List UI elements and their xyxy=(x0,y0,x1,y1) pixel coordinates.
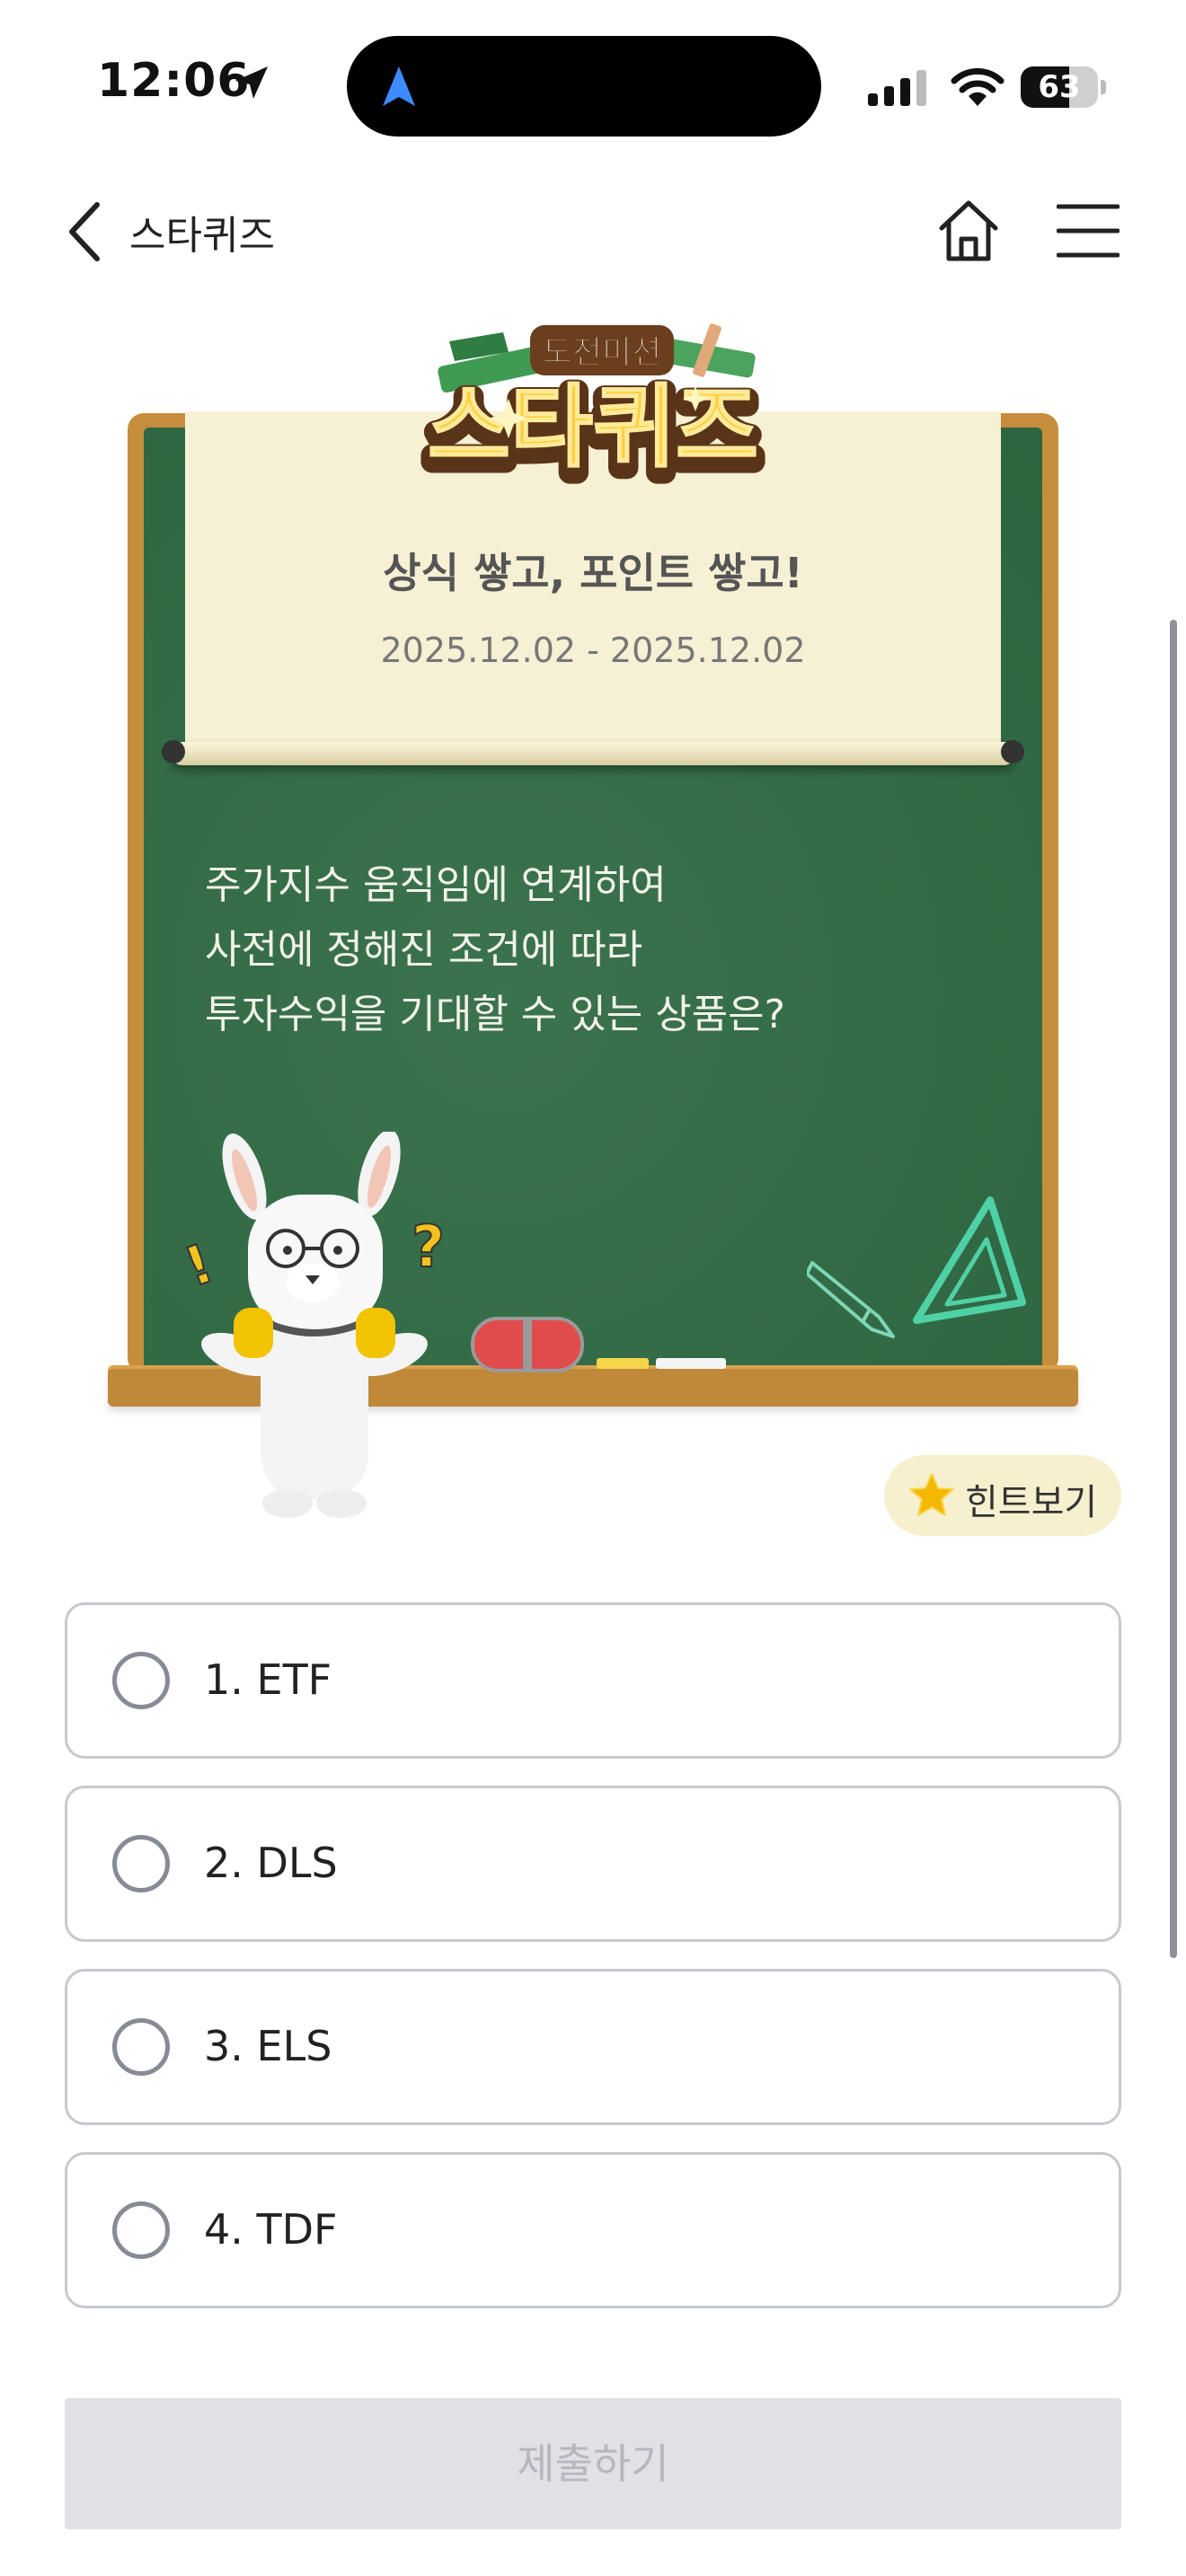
answer-option-4[interactable]: 4. TDF xyxy=(65,2152,1121,2308)
question-line: 투자수익을 기대할 수 있는 상품은? xyxy=(205,992,786,1037)
chalk-triangle-ruler-icon xyxy=(913,1196,1026,1324)
answer-option-3[interactable]: 3. ELS xyxy=(65,1969,1121,2125)
back-button[interactable] xyxy=(63,198,108,266)
hint-button[interactable]: 힌트보기 xyxy=(884,1455,1121,1536)
submit-button[interactable]: 제출하기 xyxy=(65,2398,1121,2529)
location-arrow-icon xyxy=(235,66,268,99)
radio-button[interactable] xyxy=(112,2018,170,2076)
option-label: 1. ETF xyxy=(204,1655,332,1704)
submit-label: 제출하기 xyxy=(517,2439,669,2488)
battery-icon: 63 xyxy=(1021,66,1107,108)
logo-small-text: 도전미션 xyxy=(543,334,661,371)
question-line: 사전에 정해진 조건에 따라 xyxy=(205,927,643,973)
cellular-signal-icon xyxy=(868,70,926,106)
option-label: 4. TDF xyxy=(204,2205,338,2254)
star-icon xyxy=(909,1473,954,1516)
option-label: 3. ELS xyxy=(204,2022,332,2070)
dynamic-island xyxy=(347,36,821,137)
svg-text:!: ! xyxy=(177,1232,222,1300)
navigation-arrow-icon xyxy=(383,66,415,106)
quiz-subtitle: 상식 쌓고, 포인트 쌓고! xyxy=(383,549,803,597)
battery-percent: 63 xyxy=(1038,69,1081,105)
scroll-roller xyxy=(171,742,1015,765)
alpaca-mascot-icon: ! ? xyxy=(176,1132,446,1518)
page-title: 스타퀴즈 xyxy=(129,213,275,259)
yellow-chalk xyxy=(597,1358,649,1369)
radio-button[interactable] xyxy=(112,1835,170,1892)
quiz-question: 주가지수 움직임에 연계하여 사전에 정해진 조건에 따라 투자수익을 기대할 … xyxy=(205,853,978,1047)
eraser-icon xyxy=(471,1317,584,1372)
white-chalk xyxy=(656,1358,726,1369)
roller-cap-left xyxy=(162,740,185,763)
option-label: 2. DLS xyxy=(204,1839,338,1887)
logo-big-text: 스타퀴즈 xyxy=(428,375,758,480)
menu-button[interactable] xyxy=(1057,203,1120,259)
hint-label: 힌트보기 xyxy=(965,1482,1098,1523)
star-quiz-logo: 도전미션 스타퀴즈 스타퀴즈 xyxy=(418,323,768,497)
radio-button[interactable] xyxy=(112,2201,170,2259)
roller-cap-right xyxy=(1001,740,1024,763)
status-bar: 12:06 63 xyxy=(0,0,1186,162)
question-line: 주가지수 움직임에 연계하여 xyxy=(205,862,667,908)
radio-button[interactable] xyxy=(112,1652,170,1709)
chalk-pencil-drawing-icon xyxy=(807,1261,895,1338)
status-time: 12:06 xyxy=(97,54,251,108)
answer-option-1[interactable]: 1. ETF xyxy=(65,1602,1121,1759)
svg-text:?: ? xyxy=(412,1214,445,1281)
wifi-icon xyxy=(951,67,1005,106)
answer-option-2[interactable]: 2. DLS xyxy=(65,1786,1121,1942)
quiz-date-range: 2025.12.02 - 2025.12.02 xyxy=(380,631,806,670)
home-button[interactable] xyxy=(934,196,1003,264)
scrollbar[interactable] xyxy=(1170,620,1177,1958)
